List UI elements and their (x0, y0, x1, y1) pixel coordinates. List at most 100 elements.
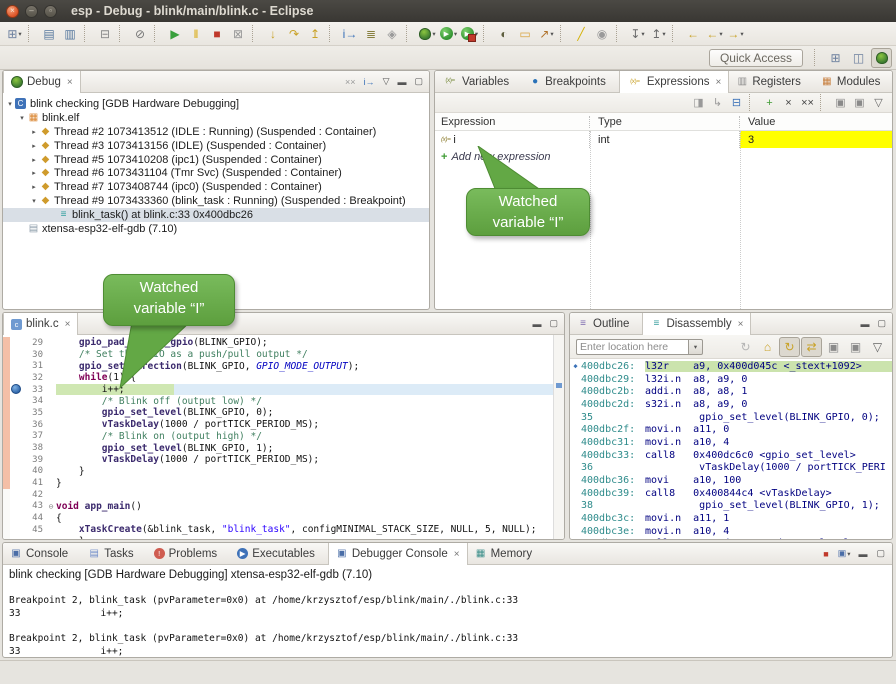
editor-line[interactable]: 31 gpio_set_direction(BLINK_GPIO, GPIO_M… (3, 360, 564, 372)
new-view-icon[interactable]: ▣ (831, 94, 850, 111)
console-output[interactable]: Breakpoint 2, blink_task (pvParameter=0x… (3, 581, 892, 658)
collapse-all-icon[interactable]: ⊟ (727, 94, 746, 111)
instruction-stepping-button[interactable]: i→ (340, 24, 361, 44)
window-maximize-button[interactable]: ▫ (44, 5, 57, 18)
previous-annotation-button[interactable]: ↥▾ (648, 24, 669, 44)
disconnect-button[interactable]: ⊠ (228, 24, 249, 44)
view-menu-icon[interactable]: ▽ (869, 94, 888, 111)
separator[interactable] (406, 25, 414, 42)
disassembly-row[interactable]: 400dbc40: call8 0x400dc6c0 <gpio_set_lev… (570, 538, 892, 540)
next-annotation-button[interactable]: ↧▾ (627, 24, 648, 44)
profile-button[interactable]: ◈ (382, 24, 403, 44)
minimize-icon[interactable]: ▬ (397, 77, 406, 87)
minimize-icon[interactable]: ▬ (858, 549, 868, 559)
build-button[interactable]: ⊟ (95, 24, 116, 44)
separator[interactable] (616, 25, 624, 42)
expander-icon[interactable]: ▸ (29, 156, 39, 164)
close-icon[interactable]: × (454, 549, 460, 560)
debug-tree-row[interactable]: ▸ ◆ Thread #2 1073413512 (IDLE : Running… (3, 125, 429, 139)
Expressions[interactable]: (x)= Expressions × (619, 71, 729, 93)
refresh-icon[interactable]: ↻ (735, 337, 756, 357)
editor-body[interactable]: 29 gpio_pad_select_gpio(BLINK_GPIO); 30 … (3, 335, 564, 540)
open-resource-button[interactable]: ▭ (515, 24, 536, 44)
launch-history-button[interactable]: ↗▾ (536, 24, 557, 44)
Problems[interactable]: ! Problems (147, 543, 231, 564)
forward-button[interactable]: →▾ (725, 24, 746, 44)
editor-line[interactable]: 34 /* Blink off (output low) */ (3, 395, 564, 407)
expander-icon[interactable]: ▾ (5, 100, 15, 108)
window-close-button[interactable]: × (6, 5, 19, 18)
debug-tree-row[interactable]: ▤ xtensa-esp32-elf-gdb (7.10) (3, 222, 429, 236)
remove-all-terminated-icon[interactable]: ×× (345, 77, 356, 87)
debug-tree-row[interactable]: ≡ blink_task() at blink.c:33 0x400dbc26 (3, 208, 429, 222)
back-button[interactable]: ←▾ (704, 24, 725, 44)
separator[interactable] (84, 25, 92, 42)
tab-debug[interactable]: Debug × (3, 71, 81, 93)
maximize-icon[interactable]: ▢ (549, 318, 558, 329)
tab-blink-c[interactable]: c blink.c × (3, 313, 78, 335)
disassembly-row[interactable]: 400dbc36: movi a10, 100 (570, 474, 892, 487)
editor-line[interactable]: 37 /* Blink on (output high) */ (3, 431, 564, 443)
editor-line[interactable]: 29 gpio_pad_select_gpio(BLINK_GPIO); (3, 337, 564, 349)
external-tools-button[interactable]: ▶▾ (459, 24, 480, 44)
breakpoint-icon[interactable] (10, 384, 22, 396)
mark-occurrences-button[interactable]: ╱ (571, 24, 592, 44)
column-header-type[interactable]: Type (590, 116, 740, 128)
maximize-icon[interactable]: ▢ (876, 548, 886, 559)
Console[interactable]: ▣ Console (3, 543, 81, 564)
editor-line[interactable]: 45 xTaskCreate(&blink_task, "blink_task"… (3, 524, 564, 536)
remove-expression-icon[interactable]: × (779, 94, 798, 111)
expander-icon[interactable]: ▾ (17, 114, 27, 122)
minimize-icon[interactable]: ▬ (860, 319, 869, 329)
save-all-button[interactable]: ▥ (60, 24, 81, 44)
separator[interactable] (820, 94, 828, 111)
home-icon[interactable]: ⌂ (757, 337, 778, 357)
last-edit-location-button[interactable]: ← (683, 24, 704, 44)
separator[interactable] (154, 25, 162, 42)
disassembly-row[interactable]: 400dbc2d: s32i.n a8, a9, 0 (570, 398, 892, 411)
run-button[interactable]: ▶▾ (438, 24, 459, 44)
disassembly-row[interactable]: 400dbc2b: addi.n a8, a8, 1 (570, 385, 892, 398)
debug-tree-row[interactable]: ▾ ◆ Thread #9 1073433360 (blink_task : R… (3, 194, 429, 208)
instruction-stepping-icon[interactable]: i→ (364, 77, 375, 87)
terminate-console-icon[interactable]: ■ (823, 549, 829, 559)
location-input[interactable] (576, 339, 688, 355)
track-expression-icon[interactable]: ↻ (779, 337, 800, 357)
location-dropdown-icon[interactable]: ▾ (688, 339, 703, 355)
expander-icon[interactable]: ▸ (29, 183, 39, 191)
step-over-button[interactable]: ↷ (284, 24, 305, 44)
disassembly-row[interactable]: 400dbc2f: movi.n a11, 0 (570, 423, 892, 436)
cpp-perspective-button[interactable]: ◫ (848, 48, 869, 68)
minimize-icon[interactable]: ▬ (532, 319, 541, 329)
editor-line[interactable]: 44 { (3, 512, 564, 524)
step-return-button[interactable]: ↥ (305, 24, 326, 44)
overview-ruler[interactable] (553, 335, 564, 540)
open-element-button[interactable]: ◐ (494, 24, 515, 44)
Tasks[interactable]: ▤ Tasks (81, 543, 146, 564)
pin-view-icon[interactable]: ▣ (850, 94, 869, 111)
disassembly-row[interactable]: 400dbc3e: movi.n a10, 4 (570, 525, 892, 538)
editor-line[interactable]: } (3, 536, 564, 540)
separator[interactable] (252, 25, 260, 42)
use-step-filters-button[interactable]: ≣ (361, 24, 382, 44)
expander-icon[interactable]: ▸ (29, 169, 39, 177)
separator[interactable] (483, 25, 491, 42)
separator[interactable] (560, 25, 568, 42)
Variables[interactable]: (x)= Variables (435, 71, 522, 92)
Breakpoints[interactable]: ● Breakpoints (522, 71, 619, 92)
editor-line[interactable]: 30 /* Set the GPIO as a push/pull output… (3, 349, 564, 361)
close-icon[interactable]: × (65, 319, 71, 330)
separator[interactable] (119, 25, 127, 42)
new-wizard-button[interactable]: ⊞▾ (4, 24, 25, 44)
disassembly-row[interactable]: ◆ 400dbc26: l32r a9, 0x400d045c <_stext+… (570, 360, 892, 373)
remove-all-expressions-icon[interactable]: ×× (798, 94, 817, 111)
separator[interactable] (672, 25, 680, 42)
debug-tree-row[interactable]: ▸ ◆ Thread #5 1073410208 (ipc1) (Suspend… (3, 153, 429, 167)
editor-line[interactable]: 43 ⊖ void app_main() (3, 501, 564, 513)
expander-icon[interactable]: ▸ (29, 128, 39, 136)
close-icon[interactable]: × (738, 319, 744, 330)
Outline[interactable]: ≡ Outline (570, 313, 642, 334)
debug-tree-row[interactable]: ▸ ◆ Thread #6 1073431104 (Tmr Svc) (Susp… (3, 166, 429, 180)
editor-line[interactable]: 40 } (3, 466, 564, 478)
disassembly-row[interactable]: 400dbc33: call8 0x400dc6c0 <gpio_set_lev… (570, 449, 892, 462)
